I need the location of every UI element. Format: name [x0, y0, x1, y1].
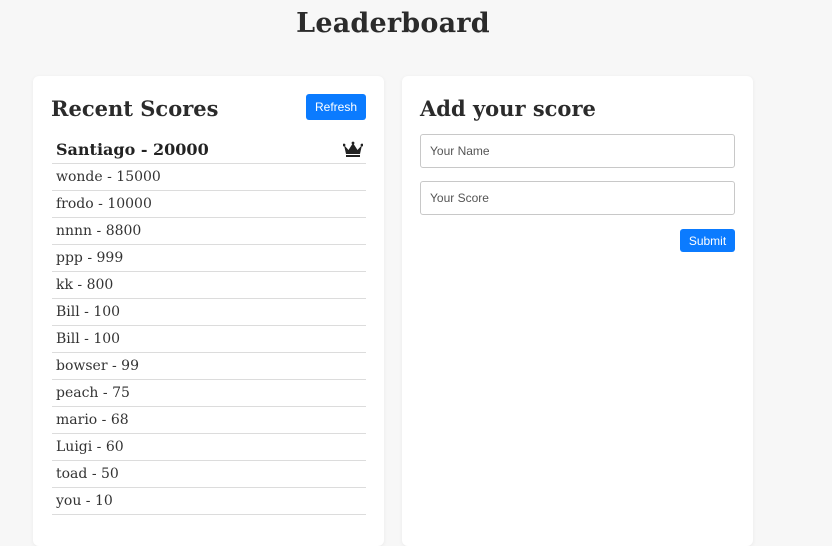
list-item: Bill - 100 [52, 299, 366, 326]
add-score-title: Add your score [420, 96, 596, 121]
list-item: peach - 75 [52, 380, 366, 407]
list-item: toad - 50 [52, 461, 366, 488]
list-item: Bill - 100 [52, 326, 366, 353]
list-item: ppp - 999 [52, 245, 366, 272]
top-score-item: Santiago - 20000 [52, 135, 366, 164]
score-input[interactable] [420, 181, 735, 215]
list-item: wonde - 15000 [52, 164, 366, 191]
list-item: nnnn - 8800 [52, 218, 366, 245]
list-item: frodo - 10000 [52, 191, 366, 218]
list-item: kk - 800 [52, 272, 366, 299]
top-score-text: Santiago - 20000 [56, 139, 209, 159]
add-score-card: Add your score Submit [402, 76, 753, 546]
submit-button[interactable]: Submit [680, 229, 735, 252]
list-item: mario - 68 [52, 407, 366, 434]
refresh-button[interactable]: Refresh [306, 94, 366, 120]
name-input[interactable] [420, 134, 735, 168]
page-title: Leaderboard [296, 8, 490, 39]
list-item: bowser - 99 [52, 353, 366, 380]
list-item: Luigi - 60 [52, 434, 366, 461]
recent-scores-title: Recent Scores [51, 96, 219, 121]
list-item: you - 10 [52, 488, 366, 515]
score-list: Santiago - 20000 wonde - 15000 frodo - 1… [52, 135, 366, 515]
recent-scores-card: Recent Scores Refresh Santiago - 20000 w… [33, 76, 384, 546]
crown-icon [343, 141, 363, 157]
